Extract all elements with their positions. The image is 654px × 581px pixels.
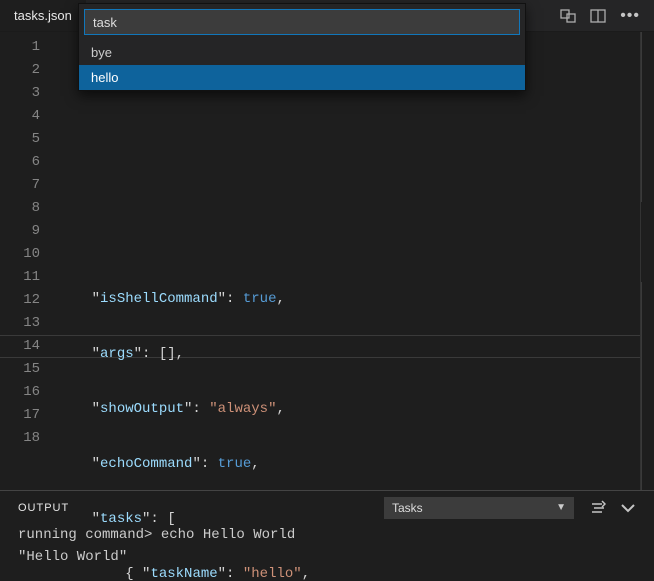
line-number-gutter: 1234 5678 9101112 13141516 1718	[0, 32, 58, 490]
split-search-icon[interactable]	[560, 8, 576, 24]
tab-tasks-json[interactable]: tasks.json	[0, 0, 87, 31]
command-palette: bye hello	[78, 3, 526, 91]
tab-title: tasks.json	[14, 8, 72, 23]
code-content[interactable]: "isShellCommand": true, "args": [], "sho…	[58, 32, 654, 490]
editor-actions: •••	[546, 0, 654, 31]
palette-item-hello[interactable]: hello	[79, 65, 525, 90]
chevron-down-icon: ▼	[556, 502, 566, 513]
split-editor-icon[interactable]	[590, 8, 606, 24]
output-channel-select[interactable]: Tasks ▼	[384, 497, 574, 519]
palette-item-bye[interactable]: bye	[79, 40, 525, 65]
more-actions-icon[interactable]: •••	[620, 8, 640, 24]
output-channel-label: Tasks	[392, 501, 423, 515]
command-palette-input[interactable]	[84, 9, 520, 35]
minimap[interactable]	[640, 32, 654, 490]
code-editor[interactable]: 1234 5678 9101112 13141516 1718 "isShell…	[0, 32, 654, 490]
